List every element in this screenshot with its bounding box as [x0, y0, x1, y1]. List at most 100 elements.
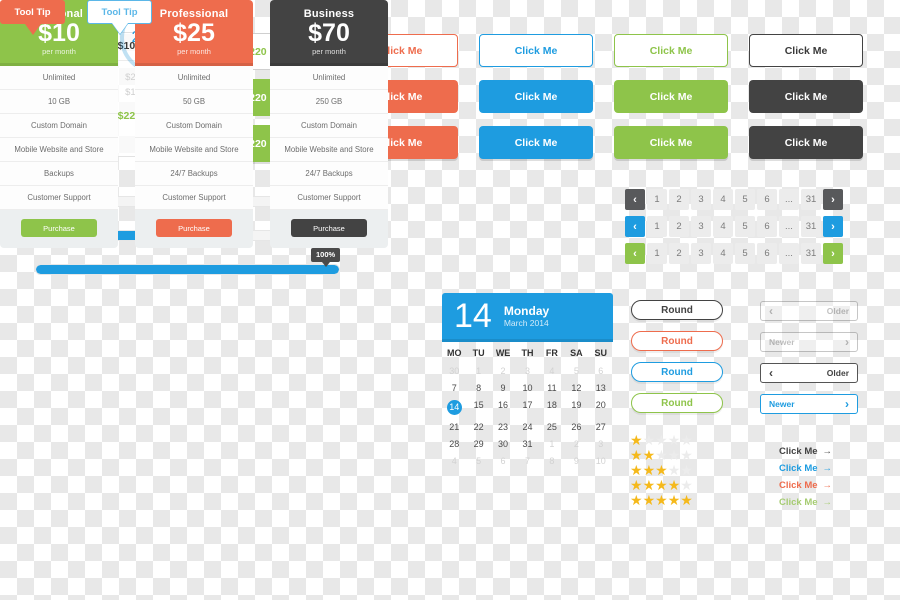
nav-button-older[interactable]: ‹ Older [760, 301, 858, 321]
calendar-date-cell[interactable]: 9 [564, 452, 588, 469]
pagination-page-...[interactable]: ... [779, 216, 799, 237]
purchase-button[interactable]: Purchase [156, 219, 232, 237]
click-me-button-dark[interactable]: Click Me [749, 126, 863, 159]
nav-button-newer[interactable]: Newer › [760, 394, 858, 414]
pagination-page-5[interactable]: 5 [735, 243, 755, 264]
calendar-date-cell[interactable]: 26 [564, 418, 588, 435]
calendar-date-cell[interactable]: 4 [540, 362, 564, 379]
pagination-page-31[interactable]: 31 [801, 216, 821, 237]
star-icon[interactable]: ★ [668, 463, 681, 477]
calendar-date-cell[interactable]: 1 [540, 435, 564, 452]
click-me-button-green[interactable]: Click Me [614, 80, 728, 113]
pagination-prev-button[interactable]: ‹ [625, 243, 645, 264]
calendar-date-cell[interactable]: 15 [466, 396, 490, 418]
calendar-date-cell[interactable]: 10 [515, 379, 539, 396]
calendar-date-cell[interactable]: 10 [589, 452, 613, 469]
star-icon[interactable]: ★ [643, 448, 656, 462]
calendar-date-cell[interactable]: 21 [442, 418, 466, 435]
calendar-date-cell[interactable]: 1 [466, 362, 490, 379]
calendar-date-cell[interactable]: 16 [491, 396, 515, 418]
calendar-date-cell[interactable]: 7 [442, 379, 466, 396]
pagination-page-2[interactable]: 2 [669, 216, 689, 237]
calendar-date-cell[interactable]: 24 [515, 418, 539, 435]
round-button[interactable]: Round [631, 362, 723, 382]
star-rating-row[interactable]: ★ ★ ★ ★ ★ [630, 493, 693, 507]
purchase-button[interactable]: Purchase [21, 219, 97, 237]
calendar-date-cell[interactable]: 22 [466, 418, 490, 435]
pagination-page-3[interactable]: 3 [691, 216, 711, 237]
calendar-date-cell[interactable]: 6 [589, 362, 613, 379]
pagination-page-6[interactable]: 6 [757, 216, 777, 237]
pagination-page-31[interactable]: 31 [801, 243, 821, 264]
calendar-date-cell[interactable]: 6 [491, 452, 515, 469]
calendar-date-cell[interactable]: 19 [564, 396, 588, 418]
pagination-page-6[interactable]: 6 [757, 189, 777, 210]
calendar-date-cell[interactable]: 30 [491, 435, 515, 452]
arrow-link[interactable]: Click Me → [779, 480, 832, 491]
star-icon[interactable]: ★ [643, 493, 656, 507]
calendar-date-cell[interactable]: 28 [442, 435, 466, 452]
pagination-page-2[interactable]: 2 [669, 243, 689, 264]
pagination-page-2[interactable]: 2 [669, 189, 689, 210]
pagination-next-button[interactable]: › [823, 243, 843, 264]
arrow-link[interactable]: Click Me → [779, 446, 832, 457]
star-icon[interactable]: ★ [668, 433, 681, 447]
star-icon[interactable]: ★ [630, 463, 643, 477]
click-me-button-blue[interactable]: Click Me [479, 34, 593, 67]
pagination-page-...[interactable]: ... [779, 243, 799, 264]
calendar-date-cell[interactable]: 13 [589, 379, 613, 396]
click-me-button-blue[interactable]: Click Me [479, 80, 593, 113]
star-rating-row[interactable]: ★ ★ ★ ★ ★ [630, 463, 693, 477]
calendar-date-cell[interactable]: 2 [491, 362, 515, 379]
pagination-page-1[interactable]: 1 [647, 243, 667, 264]
calendar-date-cell[interactable]: 14 [442, 396, 466, 418]
pagination-next-button[interactable]: › [823, 216, 843, 237]
star-icon[interactable]: ★ [630, 493, 643, 507]
pagination-page-6[interactable]: 6 [757, 243, 777, 264]
nav-button-newer[interactable]: Newer › [760, 332, 858, 352]
calendar-date-cell[interactable]: 2 [564, 435, 588, 452]
click-me-button-blue[interactable]: Click Me [479, 126, 593, 159]
star-icon[interactable]: ★ [655, 493, 668, 507]
round-button[interactable]: Round [631, 300, 723, 320]
pagination-page-3[interactable]: 3 [691, 243, 711, 264]
calendar-date-cell[interactable]: 17 [515, 396, 539, 418]
arrow-link[interactable]: Click Me → [779, 463, 832, 474]
pagination-page-4[interactable]: 4 [713, 243, 733, 264]
click-me-button-dark[interactable]: Click Me [749, 34, 863, 67]
click-me-button-dark[interactable]: Click Me [749, 80, 863, 113]
progress-bar-track[interactable] [35, 264, 340, 275]
star-icon[interactable]: ★ [680, 463, 693, 477]
calendar-date-cell[interactable]: 23 [491, 418, 515, 435]
calendar-date-cell[interactable]: 3 [589, 435, 613, 452]
calendar-date-cell[interactable]: 31 [515, 435, 539, 452]
calendar-date-cell[interactable]: 11 [540, 379, 564, 396]
star-icon[interactable]: ★ [655, 433, 668, 447]
star-icon[interactable]: ★ [630, 433, 643, 447]
star-icon[interactable]: ★ [680, 448, 693, 462]
calendar-date-cell[interactable]: 12 [564, 379, 588, 396]
calendar-date-cell[interactable]: 18 [540, 396, 564, 418]
pagination-page-4[interactable]: 4 [713, 189, 733, 210]
star-icon[interactable]: ★ [630, 448, 643, 462]
star-rating-row[interactable]: ★ ★ ★ ★ ★ [630, 478, 693, 492]
star-icon[interactable]: ★ [643, 433, 656, 447]
pagination-page-1[interactable]: 1 [647, 189, 667, 210]
pagination-next-button[interactable]: › [823, 189, 843, 210]
star-icon[interactable]: ★ [655, 448, 668, 462]
star-icon[interactable]: ★ [655, 478, 668, 492]
click-me-button-green[interactable]: Click Me [614, 126, 728, 159]
pagination-page-5[interactable]: 5 [735, 189, 755, 210]
round-button[interactable]: Round [631, 331, 723, 351]
star-icon[interactable]: ★ [680, 478, 693, 492]
pagination-prev-button[interactable]: ‹ [625, 189, 645, 210]
calendar-date-cell[interactable]: 20 [589, 396, 613, 418]
calendar-date-cell[interactable]: 4 [442, 452, 466, 469]
pagination-page-3[interactable]: 3 [691, 189, 711, 210]
star-icon[interactable]: ★ [668, 478, 681, 492]
star-icon[interactable]: ★ [630, 478, 643, 492]
pagination-page-...[interactable]: ... [779, 189, 799, 210]
star-rating-row[interactable]: ★ ★ ★ ★ ★ [630, 448, 693, 462]
nav-button-older[interactable]: ‹ Older [760, 363, 858, 383]
calendar-date-cell[interactable]: 27 [589, 418, 613, 435]
